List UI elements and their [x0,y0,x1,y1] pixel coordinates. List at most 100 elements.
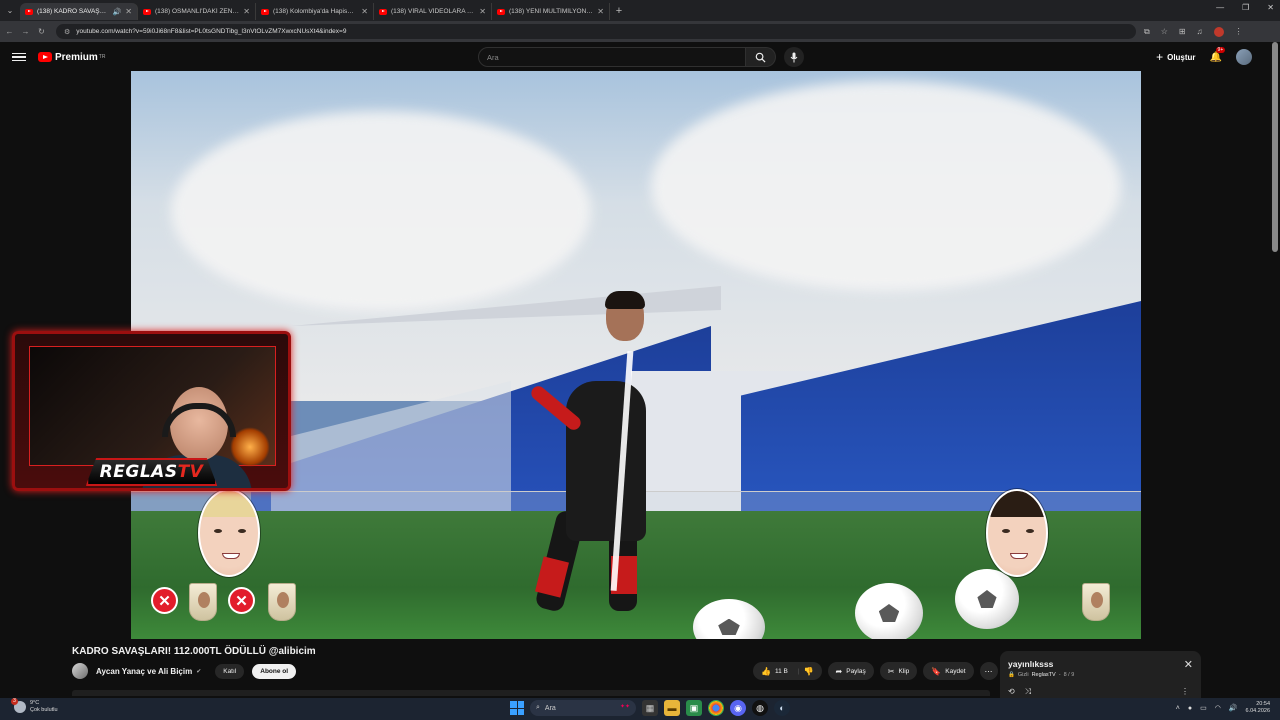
scissors-icon: ✂ [887,666,895,676]
close-tab-icon[interactable]: ✕ [243,7,250,16]
share-button[interactable]: ➦ Paylaş [827,662,874,680]
player-face-sticker [198,489,260,577]
playlist-more-icon[interactable]: ⋮ [1181,687,1189,696]
playlist-owner[interactable]: ReglasTV [1032,672,1056,678]
player-body [566,381,646,541]
weather-widget[interactable]: 3 9°C Çok bulutlu [11,698,58,714]
bell-icon: 🔔 [1209,51,1222,63]
back-icon[interactable]: ← [3,27,16,36]
football-ball [955,569,1019,629]
youtube-favicon-icon [497,8,505,15]
browser-tab[interactable]: (138) Kolombiya'da Hapishane ✕ [256,3,374,20]
tray-app-icon[interactable]: ● [1188,705,1192,712]
create-button[interactable]: + Oluştur [1156,50,1195,64]
obs-icon[interactable]: ◍ [752,700,768,716]
clip-label: Klip [898,667,910,675]
media-icon[interactable]: ♫ [1197,27,1203,36]
video-cloud [171,111,591,311]
clock-time: 20:54 [1256,701,1270,707]
channel-name[interactable]: Aycan Yanaç ve Ali Biçim [96,667,192,676]
wifi-icon[interactable]: ◠ [1215,704,1221,712]
browser-tab[interactable]: (138) YENİ MULTİMİLYONER AL ✕ [492,3,610,20]
player-card [268,583,296,621]
new-tab-icon[interactable]: + [610,5,628,17]
notifications-button[interactable]: 🔔 9+ [1209,46,1226,63]
bookmark-icon: 🔖 [931,666,942,676]
loop-icon[interactable]: ⟲ [1008,687,1015,697]
browser-tab[interactable]: (138) KADRO SAVAŞLARI! 🔊 ✕ [20,3,138,20]
sticker-hair [200,491,258,517]
address-bar[interactable]: ⚙ youtube.com/watch?v=59i0Ji68nF8&list=P… [56,24,1136,39]
browser-tab[interactable]: (138) VİRAL VİDEOLARA TEPKİ ✕ [374,3,492,20]
microphone-icon [790,52,798,62]
close-tab-icon[interactable]: ✕ [479,7,486,16]
sticker-hair [988,491,1046,517]
youtube-logo[interactable]: Premium TR [38,52,105,63]
search-input[interactable]: Ara [478,47,746,67]
maximize-icon[interactable]: ❐ [1242,3,1249,12]
description-box[interactable] [72,690,990,696]
taskbar-search-placeholder: Ara [544,704,556,712]
tab-search-icon[interactable]: ⌄ [0,0,20,21]
chrome-icon[interactable] [708,700,724,716]
browser-menu-icon[interactable]: ⋮ [1235,27,1243,36]
thumbs-down-icon[interactable]: 👎 [804,667,814,676]
discord-icon[interactable]: ◉ [730,700,746,716]
voice-search-button[interactable] [784,47,804,67]
steam-icon[interactable]: ◐ [774,700,790,716]
account-avatar[interactable] [1236,49,1252,65]
clip-button[interactable]: ✂ Klip [879,662,918,680]
notification-badge: 9+ [1215,46,1226,53]
task-view-icon[interactable]: ▦ [642,700,658,716]
share-icon: ➦ [835,666,843,676]
speaker-icon[interactable]: 🔊 [113,8,122,16]
volume-icon[interactable]: 🔊 [1229,704,1238,712]
sticker-eye [1002,529,1010,533]
display-icon[interactable]: ▭ [1200,704,1207,712]
reload-icon[interactable]: ↻ [35,27,48,36]
tray-chevron-icon[interactable]: ˄ [1176,705,1180,712]
reglastv-logo: REGLASTV [85,458,218,486]
close-tab-icon[interactable]: ✕ [125,7,132,16]
save-button[interactable]: 🔖 Kaydet [923,662,974,680]
search-icon: ⌕ [536,704,540,711]
close-window-icon[interactable]: ✕ [1267,3,1274,12]
join-button[interactable]: Katıl [215,663,245,679]
sticker-mouth [1010,553,1028,559]
red-x-icon: ✕ [151,587,178,614]
weather-temp: 9°C [30,700,40,706]
bookmark-star-icon[interactable]: ☆ [1161,27,1168,36]
browser-tab[interactable]: (138) OSMANLI'DAKİ ZENGİN... ✕ [138,3,256,20]
minimize-icon[interactable]: — [1216,3,1224,12]
taskbar-clock[interactable]: 20:54 6.04.2026 [1246,701,1270,715]
shuffle-icon[interactable]: ⤨ [1025,687,1031,697]
close-playlist-icon[interactable]: ✕ [1184,658,1193,671]
channel-avatar[interactable] [72,663,88,679]
extensions-icon[interactable]: ⊞ [1179,27,1186,36]
close-tab-icon[interactable]: ✕ [597,7,604,16]
football-ball [855,583,923,639]
site-info-icon[interactable]: ⚙ [64,28,70,36]
page-scrollbar[interactable] [1272,42,1278,698]
sticker-eye [1026,529,1034,533]
create-label: Oluştur [1167,52,1196,62]
search-button[interactable] [746,47,776,67]
weather-desc: Çok bulutlu [30,707,58,713]
profile-icon[interactable] [1213,26,1224,37]
subscribe-button[interactable]: Abone ol [252,663,297,679]
taskbar-search[interactable]: ⌕ Ara ✦✦ [530,700,636,716]
store-icon[interactable]: ▣ [686,700,702,716]
cast-icon[interactable]: ⧉ [1144,27,1150,37]
menu-icon[interactable] [12,52,26,62]
like-button[interactable]: 👍 11 B | 👎 [753,662,822,680]
windows-start-icon[interactable] [510,701,524,715]
tab-title: (138) OSMANLI'DAKİ ZENGİN... [155,8,239,15]
youtube-favicon-icon [261,8,269,15]
close-tab-icon[interactable]: ✕ [361,7,368,16]
file-explorer-icon[interactable]: ▬ [664,700,680,716]
playlist-title[interactable]: yayınlıksss [1008,659,1193,669]
more-actions-icon[interactable]: ⋯ [979,662,998,680]
url-text: youtube.com/watch?v=59i0Ji68nF8&list=PL0… [76,28,347,35]
forward-icon[interactable]: → [19,27,32,36]
scrollbar-thumb[interactable] [1272,42,1278,252]
